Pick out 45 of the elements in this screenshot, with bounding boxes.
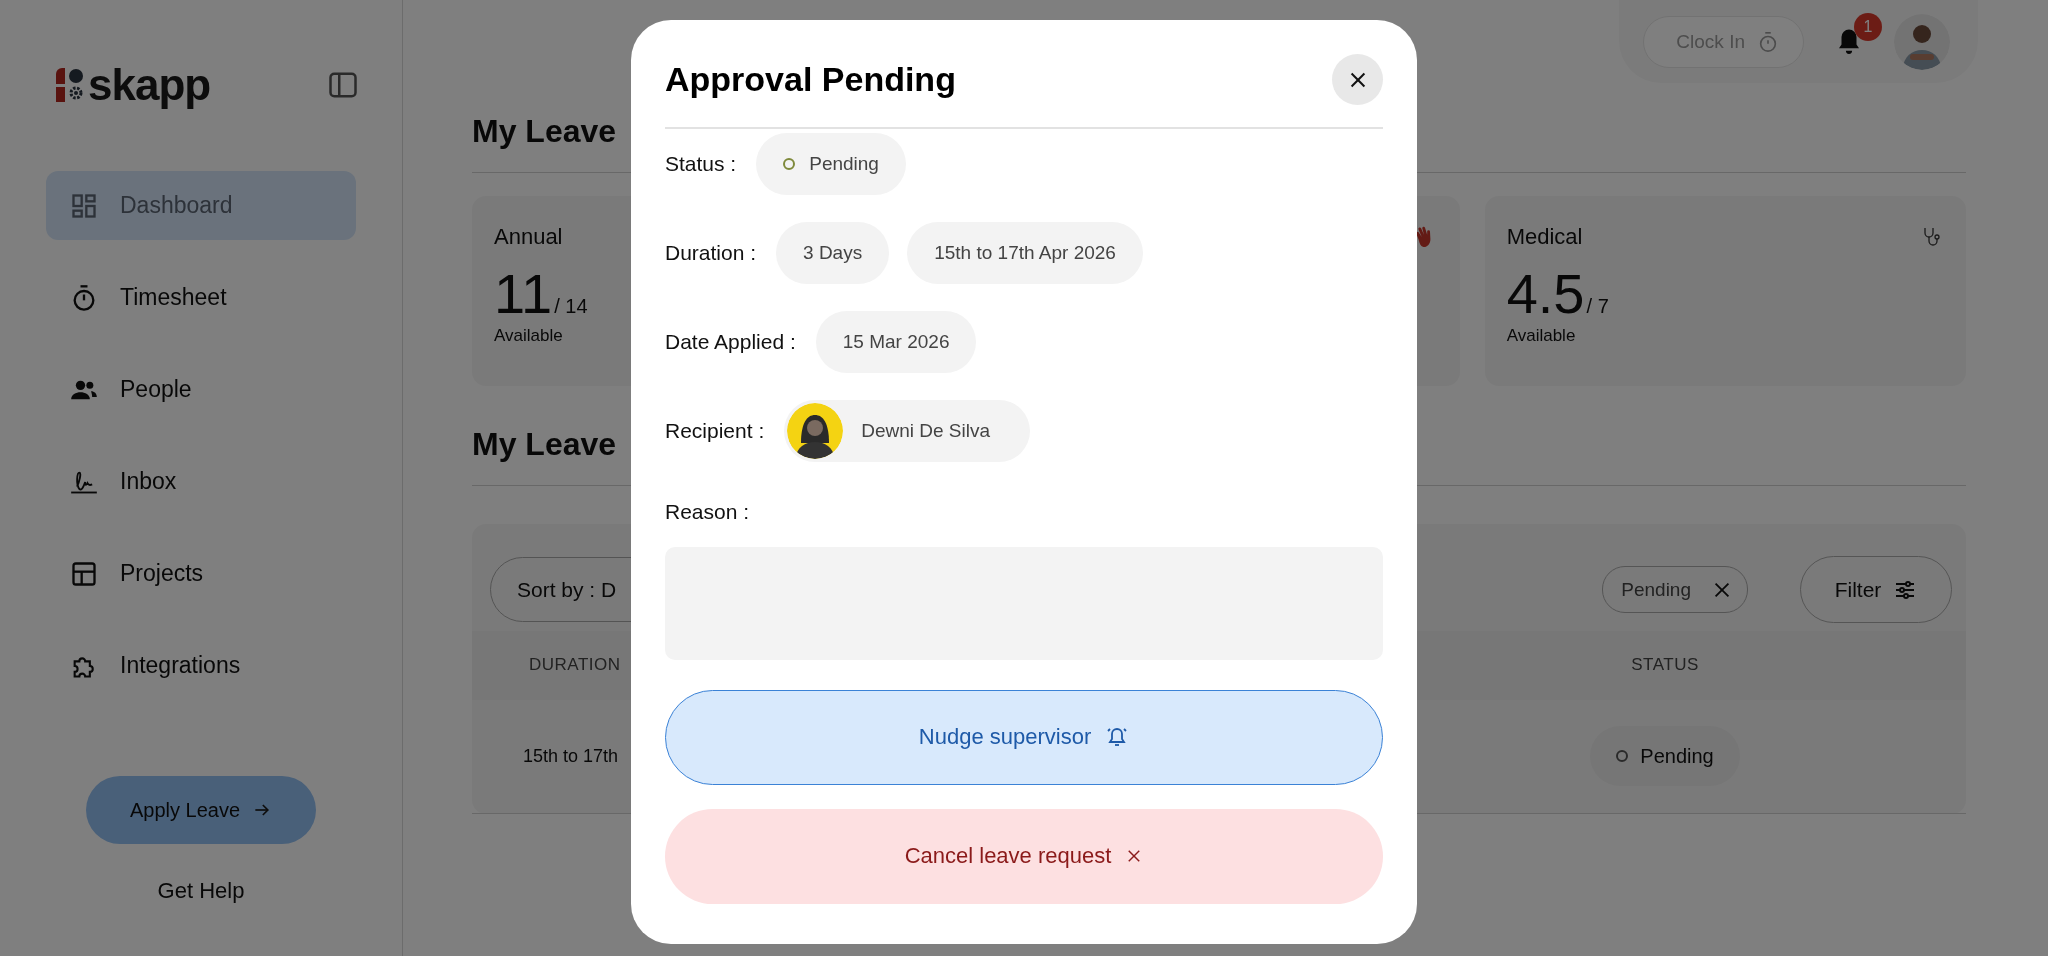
sidebar-item[interactable]: Inbox (46, 447, 356, 516)
section-heading: My Leave (472, 426, 617, 463)
duration-chip: 3 Days (776, 221, 890, 284)
leave-type: Annual (494, 224, 563, 250)
sidebar-item[interactable]: Integrations (46, 631, 356, 700)
date-chip: 15 Mar 2026 (815, 310, 977, 373)
balance-caption: Available (494, 326, 563, 346)
logo-text: skapp (88, 60, 211, 110)
table-cell-text: 15th to 17th (523, 745, 620, 767)
status-chip: Pending (1590, 726, 1740, 787)
sidebar-item[interactable]: Projects (46, 539, 356, 608)
get-help-link[interactable]: Get Help (157, 878, 245, 904)
status-chip: Pending (756, 132, 906, 195)
field-label: Status : (665, 151, 737, 176)
sidebar-item[interactable]: Timesheet (46, 263, 356, 332)
apply-leave-button[interactable]: Apply Leave (86, 776, 316, 844)
close-button[interactable] (1332, 54, 1383, 105)
sidebar-toggle-icon[interactable] (328, 70, 358, 100)
filter-chip[interactable]: Pending (1602, 566, 1748, 613)
column-header: STATUS (1630, 655, 1700, 676)
field-label: Date Applied : (665, 329, 796, 354)
field-label: Reason : (665, 499, 750, 524)
field-label: Recipient : (665, 418, 765, 443)
cancel-leave-button[interactable]: Cancel leave request (665, 808, 1383, 904)
stopwatch-icon (1757, 30, 1779, 53)
dialog-title: Approval Pending (665, 60, 956, 99)
date-range-chip: 15th to 17th Apr 2026 (907, 221, 1143, 284)
logo-icon (54, 68, 84, 102)
nudge-supervisor-button[interactable]: Nudge supervisor (665, 689, 1383, 785)
leave-total: / 7 (1586, 295, 1609, 318)
leave-type: Medical (1506, 224, 1583, 250)
field-label: Duration : (665, 240, 757, 265)
recipient-name: Dewni De Silva (861, 419, 991, 442)
sidebar-item[interactable]: People (46, 355, 356, 424)
filter-chip-label: Pending (1621, 578, 1691, 601)
balance-caption: Available (1506, 326, 1576, 346)
section-heading: My Leave (472, 113, 617, 150)
dashboard-icon (70, 191, 98, 220)
leave-total: / 14 (554, 295, 588, 318)
leave-balance: 11 (494, 266, 553, 322)
column-header: DURATION (529, 655, 622, 676)
sidebar-item[interactable]: Dashboard (46, 171, 356, 240)
leave-balance: 4.5 (1506, 266, 1585, 322)
table-icon (70, 559, 98, 588)
notification-badge: 1 (1854, 12, 1882, 41)
